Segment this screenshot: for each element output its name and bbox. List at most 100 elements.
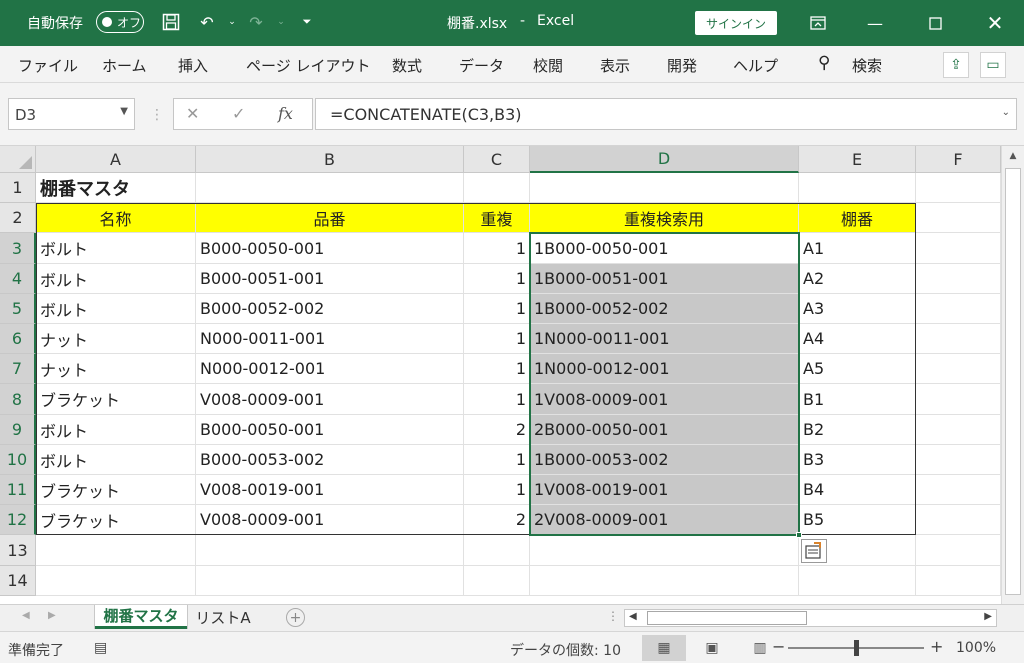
horizontal-scroll-thumb[interactable] — [647, 611, 807, 625]
cell-f1[interactable] — [916, 173, 1001, 203]
cell-b4[interactable]: B000-0051-001 — [196, 264, 464, 294]
scroll-up-icon[interactable]: ▲ — [1002, 148, 1024, 164]
cell-b12[interactable]: V008-0009-001 — [196, 505, 464, 535]
cell-e4[interactable]: A2 — [799, 264, 916, 294]
zoom-level[interactable]: 100% — [956, 640, 996, 656]
cell-f12[interactable] — [916, 505, 1001, 535]
cell-f11[interactable] — [916, 475, 1001, 505]
enter-icon[interactable]: ✓ — [232, 104, 245, 123]
tab-review[interactable]: 校閲 — [533, 55, 563, 76]
cell-f6[interactable] — [916, 324, 1001, 354]
cell-f9[interactable] — [916, 415, 1001, 445]
column-header-c[interactable]: C — [464, 146, 530, 173]
cell-a13[interactable] — [36, 535, 196, 566]
worksheet-grid[interactable]: ▲ A B C D E F 1 棚番マスタ 2 名称 品番 重複 重複検索用 棚番 3 ボルト B000-005… — [0, 145, 1024, 605]
cell-d9[interactable]: 2B000-0050-001 — [530, 415, 799, 445]
cell-c9[interactable]: 2 — [464, 415, 530, 445]
cell-a9[interactable]: ボルト — [36, 415, 196, 445]
cell-a10[interactable]: ボルト — [36, 445, 196, 475]
cell-e12[interactable]: B5 — [799, 505, 916, 535]
cell-a8[interactable]: ブラケット — [36, 384, 196, 415]
cell-f2[interactable] — [916, 203, 1001, 233]
cell-e3[interactable]: A1 — [799, 233, 916, 264]
formula-bar-grip-icon[interactable]: ⋮ — [150, 107, 164, 123]
row-header-4[interactable]: 4 — [0, 264, 36, 294]
cell-b2[interactable]: 品番 — [196, 203, 464, 233]
column-header-b[interactable]: B — [196, 146, 464, 173]
count-summary[interactable]: データの個数: 10 — [510, 640, 621, 660]
save-icon[interactable] — [160, 11, 182, 33]
cell-c13[interactable] — [464, 535, 530, 566]
row-header-10[interactable]: 10 — [0, 445, 36, 475]
normal-view-icon[interactable]: ▦ — [642, 635, 686, 661]
cell-f5[interactable] — [916, 294, 1001, 324]
cell-a3[interactable]: ボルト — [36, 233, 196, 264]
cell-e6[interactable]: A4 — [799, 324, 916, 354]
cell-d2[interactable]: 重複検索用 — [530, 203, 799, 233]
cell-c8[interactable]: 1 — [464, 384, 530, 415]
cell-b1[interactable] — [196, 173, 464, 203]
cell-c1[interactable] — [464, 173, 530, 203]
tab-file[interactable]: ファイル — [18, 55, 78, 76]
customize-icon[interactable]: ⏷ — [296, 11, 318, 33]
cell-a11[interactable]: ブラケット — [36, 475, 196, 505]
cell-d4[interactable]: 1B000-0051-001 — [530, 264, 799, 294]
undo-dropdown-icon[interactable]: ⌄ — [221, 11, 243, 33]
cell-d10[interactable]: 1B000-0053-002 — [530, 445, 799, 475]
cell-b9[interactable]: B000-0050-001 — [196, 415, 464, 445]
cell-b8[interactable]: V008-0009-001 — [196, 384, 464, 415]
row-header-8[interactable]: 8 — [0, 384, 36, 415]
cell-c5[interactable]: 1 — [464, 294, 530, 324]
sheet-tab-active[interactable]: 棚番マスタ — [95, 605, 187, 629]
minimize-icon[interactable]: — — [860, 8, 890, 38]
cell-e5[interactable]: A3 — [799, 294, 916, 324]
tab-view[interactable]: 表示 — [600, 55, 630, 76]
column-header-e[interactable]: E — [799, 146, 916, 173]
cell-f14[interactable] — [916, 566, 1001, 596]
tab-page-layout[interactable]: ページ レイアウト — [246, 55, 370, 76]
scroll-right-icon[interactable]: ▶ — [984, 611, 992, 622]
close-icon[interactable]: ✕ — [980, 8, 1010, 38]
row-header-5[interactable]: 5 — [0, 294, 36, 324]
zoom-in-icon[interactable]: + — [930, 637, 943, 656]
cell-f8[interactable] — [916, 384, 1001, 415]
cell-e10[interactable]: B3 — [799, 445, 916, 475]
cell-b3[interactable]: B000-0050-001 — [196, 233, 464, 264]
tab-split-grip-icon[interactable]: ⋮ — [607, 609, 619, 623]
row-header-7[interactable]: 7 — [0, 354, 36, 384]
cell-e11[interactable]: B4 — [799, 475, 916, 505]
column-header-a[interactable]: A — [36, 146, 196, 173]
horizontal-scrollbar[interactable]: ◀ ▶ — [624, 609, 997, 627]
cell-c11[interactable]: 1 — [464, 475, 530, 505]
column-header-d[interactable]: D — [530, 146, 799, 173]
row-header-2[interactable]: 2 — [0, 203, 36, 233]
share-icon[interactable]: ⇪ — [943, 52, 969, 78]
cell-f10[interactable] — [916, 445, 1001, 475]
cell-b11[interactable]: V008-0019-001 — [196, 475, 464, 505]
row-header-12[interactable]: 12 — [0, 505, 36, 535]
formula-input[interactable]: =CONCATENATE(C3,B3) ⌄ — [315, 98, 1017, 130]
tab-developer[interactable]: 開発 — [667, 55, 697, 76]
redo-dropdown-icon[interactable]: ⌄ — [270, 11, 292, 33]
cell-d13[interactable] — [530, 535, 799, 566]
maximize-icon[interactable] — [920, 8, 950, 38]
cell-f7[interactable] — [916, 354, 1001, 384]
scroll-thumb[interactable] — [1005, 168, 1021, 595]
cell-a6[interactable]: ナット — [36, 324, 196, 354]
expand-formula-icon[interactable]: ⌄ — [1002, 107, 1010, 118]
column-header-f[interactable]: F — [916, 146, 1001, 173]
tab-insert[interactable]: 挿入 — [178, 55, 208, 76]
row-header-3[interactable]: 3 — [0, 233, 36, 264]
cell-d3[interactable]: 1B000-0050-001 — [530, 233, 799, 264]
cell-f4[interactable] — [916, 264, 1001, 294]
cell-a1[interactable]: 棚番マスタ — [36, 173, 196, 203]
select-all-button[interactable] — [0, 146, 36, 173]
cell-a5[interactable]: ボルト — [36, 294, 196, 324]
add-sheet-icon[interactable]: + — [286, 608, 305, 627]
row-header-11[interactable]: 11 — [0, 475, 36, 505]
tab-home[interactable]: ホーム — [102, 55, 147, 76]
page-layout-view-icon[interactable]: ▣ — [690, 635, 734, 661]
tab-formulas[interactable]: 数式 — [392, 55, 422, 76]
cell-d12[interactable]: 2V008-0009-001 — [530, 505, 799, 535]
cell-c7[interactable]: 1 — [464, 354, 530, 384]
